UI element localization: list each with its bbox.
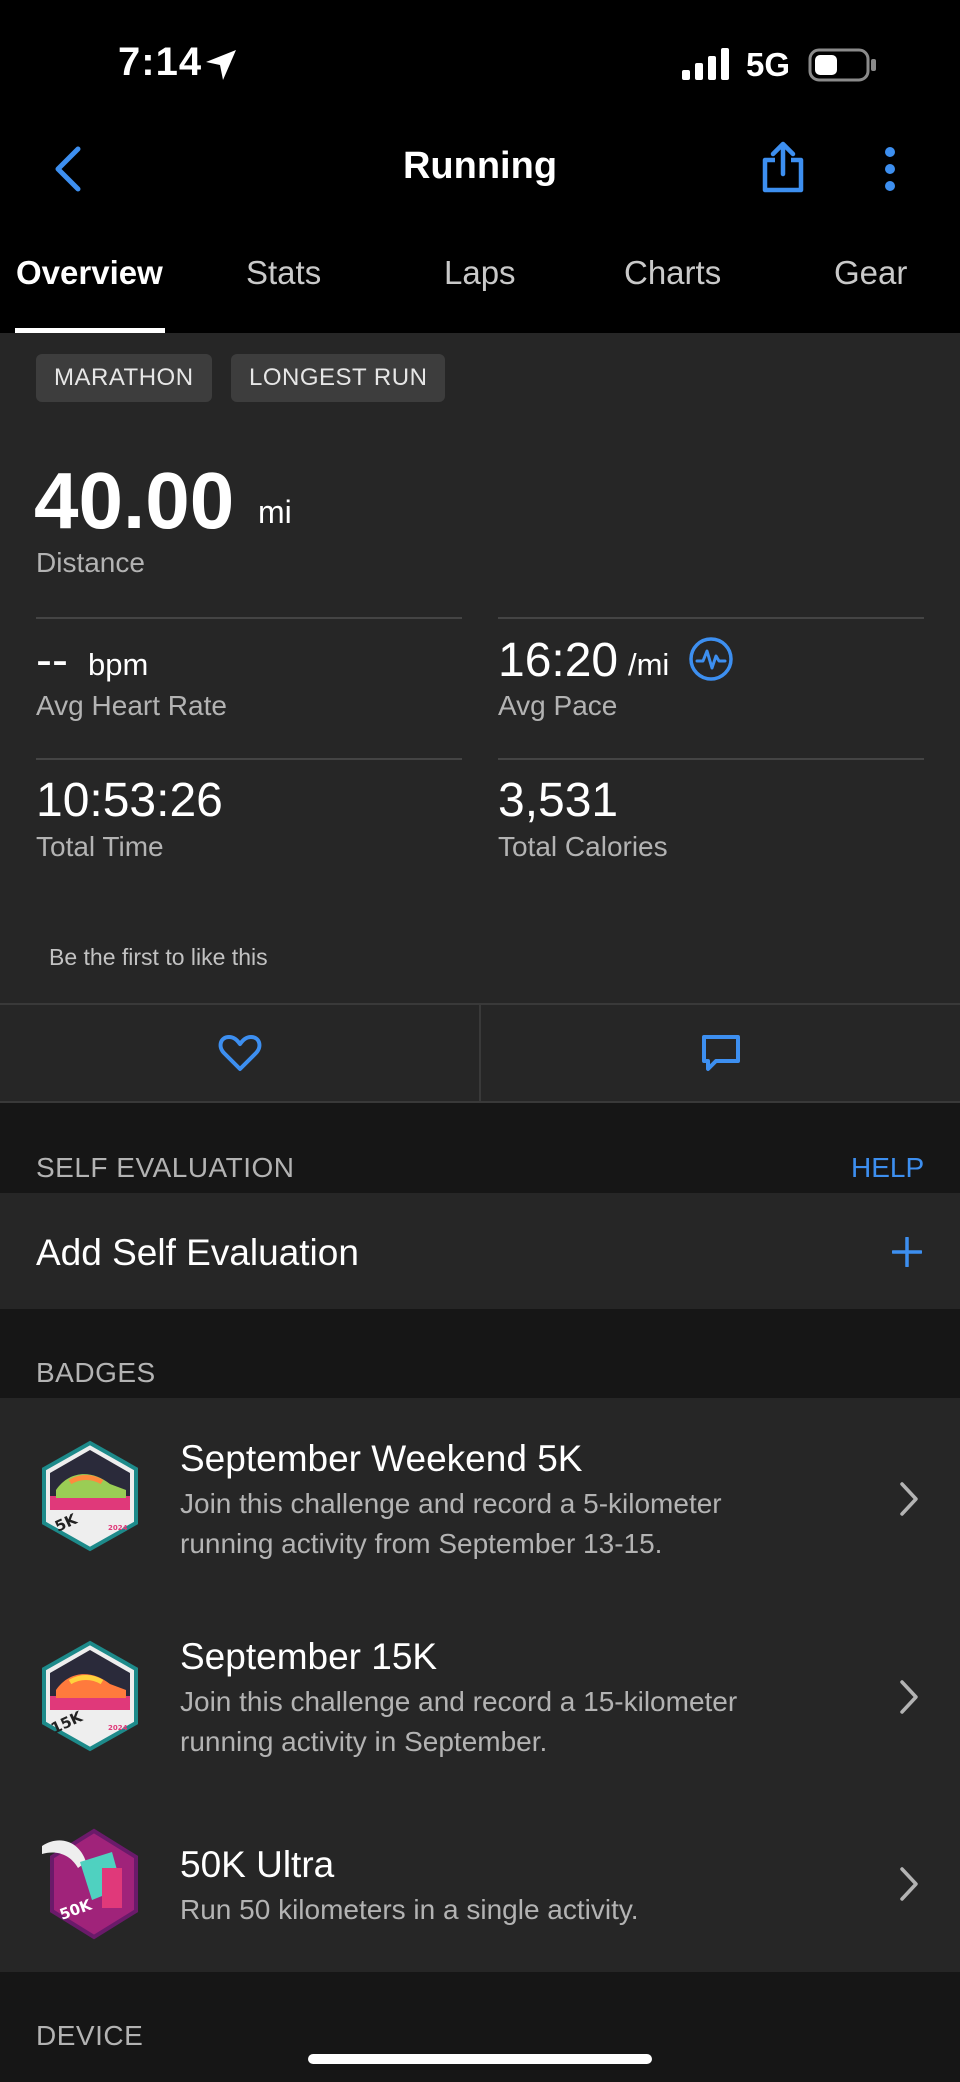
total-time-label: Total Time (36, 831, 164, 862)
tab-stats[interactable]: Stats (246, 254, 321, 292)
chevron-right-icon[interactable] (898, 1481, 920, 1517)
badge-15k-icon: 15K 2024 (42, 1640, 138, 1752)
badge-15k-year: 2024 (108, 1724, 128, 1732)
badge-description-line1: Join this challenge and record a 15-kilo… (180, 1686, 738, 1717)
help-link[interactable]: HELP (851, 1152, 924, 1184)
battery-icon (808, 48, 876, 82)
badge-5k-year: 2024 (108, 1524, 128, 1532)
pace-label: Avg Pace (498, 690, 618, 721)
heart-rate-value: -- (36, 634, 68, 687)
chip-marathon: MARATHON (36, 354, 212, 402)
heart-rate-unit: bpm (88, 647, 149, 682)
tab-gear[interactable]: Gear (834, 254, 907, 292)
badge-title: 50K Ultra (180, 1844, 335, 1885)
calories-label: Total Calories (498, 831, 668, 862)
divider (479, 1003, 481, 1103)
badge-50k-icon: 50K (42, 1828, 138, 1940)
divider (36, 758, 462, 760)
device-header: DEVICE (36, 2020, 144, 2051)
badge-5k-icon: 5K 2024 (42, 1440, 138, 1552)
tab-laps[interactable]: Laps (444, 254, 516, 292)
divider (498, 758, 924, 760)
pace-value: 16:20 (498, 634, 619, 687)
page-title: Running (402, 145, 558, 187)
distance-label: Distance (36, 547, 145, 578)
add-icon[interactable] (892, 1237, 922, 1267)
calories-value: 3,531 (498, 774, 619, 827)
badges-header: BADGES (36, 1357, 156, 1388)
distance-unit: mi (258, 494, 292, 530)
badge-description-line2: running activity in September. (180, 1726, 548, 1757)
home-indicator[interactable] (308, 2054, 652, 2064)
heart-rate-label: Avg Heart Rate (36, 690, 227, 721)
tab-overview[interactable]: Overview (16, 254, 163, 292)
signal-icon (682, 48, 729, 80)
divider (36, 617, 462, 619)
badge-title: September Weekend 5K (180, 1438, 583, 1479)
badge-description-line1: Run 50 kilometers in a single activity. (180, 1894, 639, 1925)
chevron-right-icon[interactable] (898, 1679, 920, 1715)
likes-text: Be the first to like this (49, 944, 268, 970)
total-time-value: 10:53:26 (36, 774, 223, 827)
badge-title: September 15K (180, 1636, 438, 1677)
chip-longest-run: LONGEST RUN (231, 354, 446, 402)
badge-description-line2: running activity from September 13-15. (180, 1528, 663, 1559)
badge-row-50k-ultra[interactable] (0, 1790, 960, 1972)
tab-charts[interactable]: Charts (624, 254, 721, 292)
add-self-evaluation-label: Add Self Evaluation (36, 1232, 359, 1273)
self-evaluation-header: SELF EVALUATION (36, 1152, 295, 1183)
badge-description-line1: Join this challenge and record a 5-kilom… (180, 1488, 722, 1519)
network-type: 5G (746, 46, 791, 83)
status-time: 7:14 (118, 40, 203, 84)
comment-icon[interactable] (700, 1033, 742, 1073)
pace-chart-icon[interactable] (688, 636, 734, 682)
distance-value: 40.00 (34, 456, 235, 545)
pace-unit: /mi (628, 647, 670, 682)
location-arrow-icon (206, 50, 236, 80)
like-heart-icon[interactable] (218, 1033, 262, 1073)
divider (498, 617, 924, 619)
more-options-icon[interactable] (880, 146, 900, 192)
chevron-right-icon[interactable] (898, 1866, 920, 1902)
share-icon[interactable] (760, 140, 806, 194)
